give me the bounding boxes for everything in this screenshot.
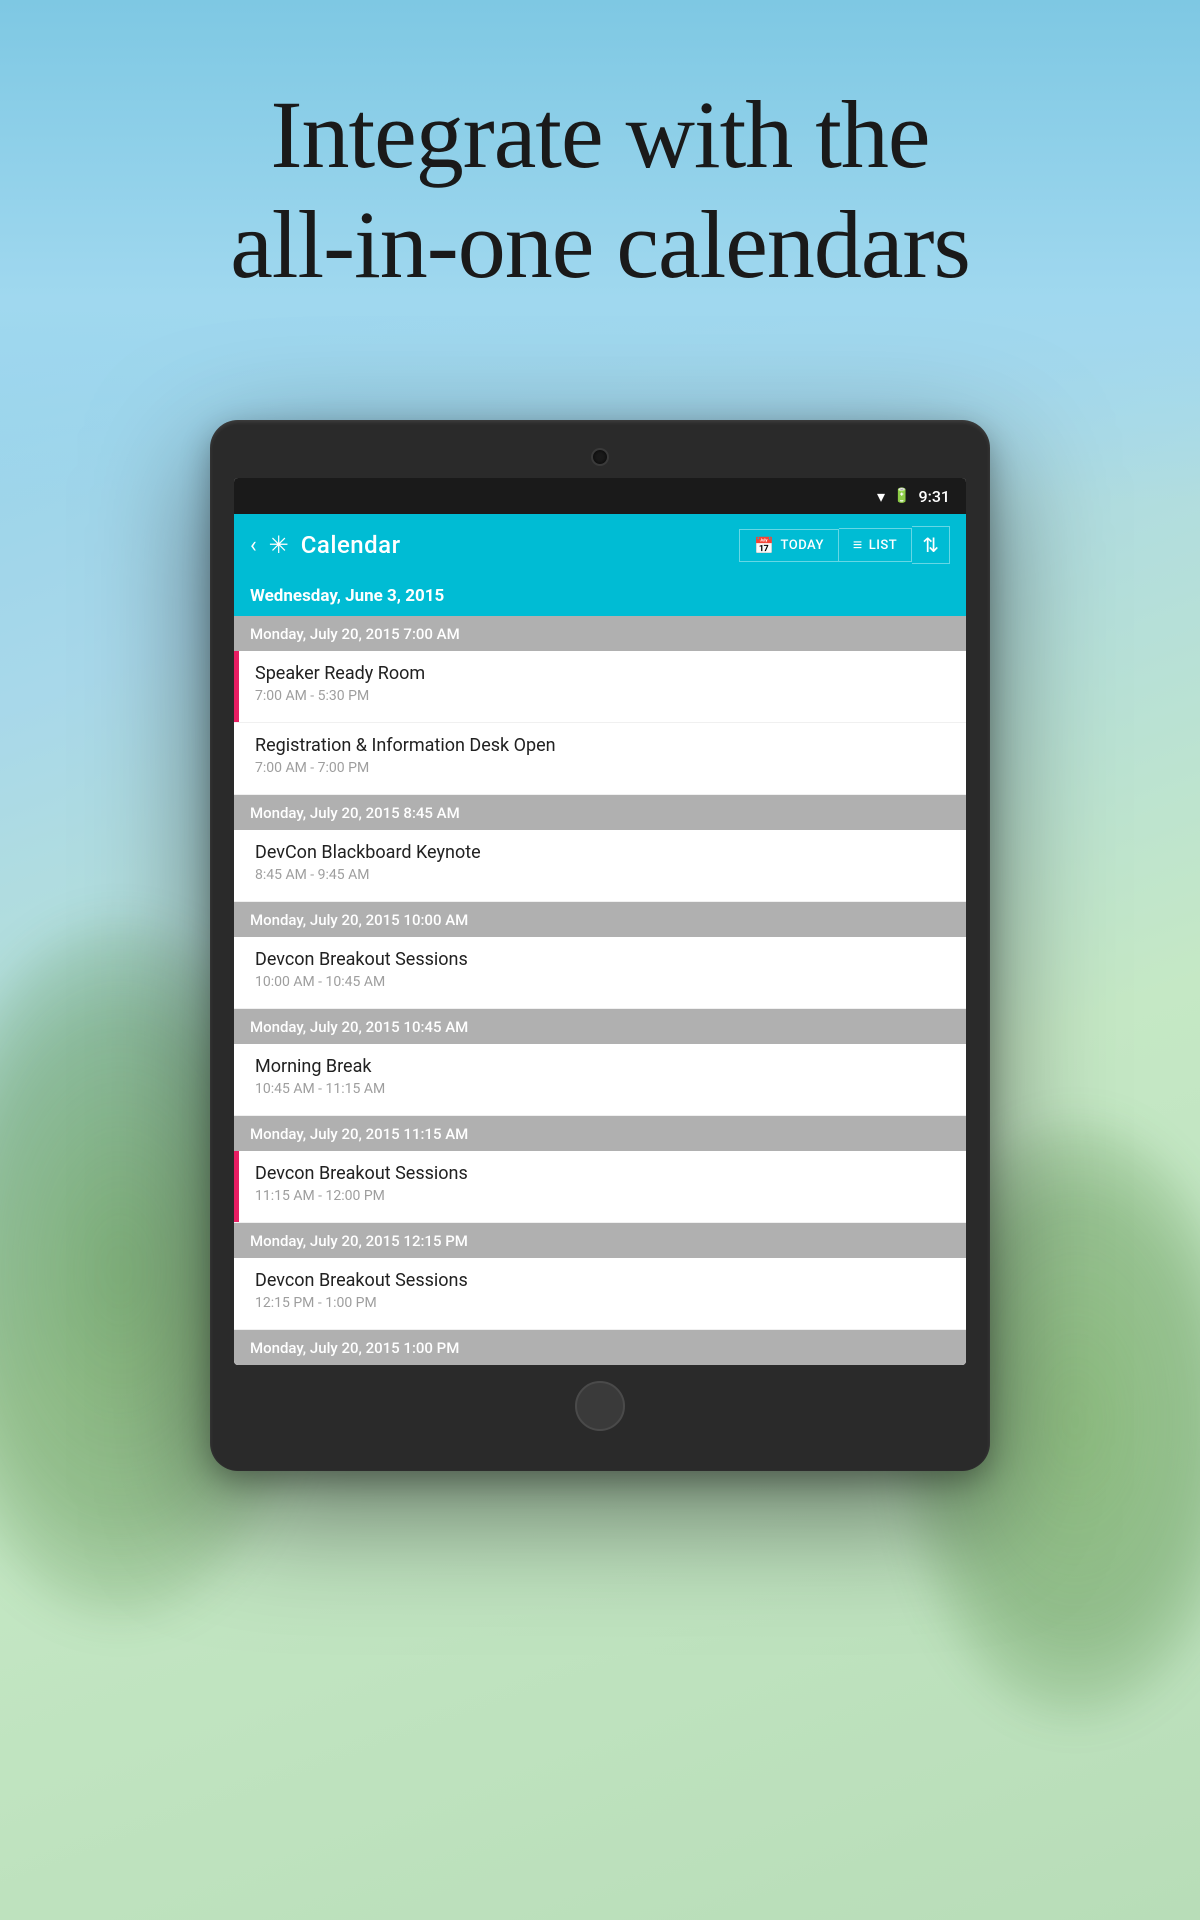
event-title: Speaker Ready Room — [255, 663, 950, 684]
current-date-text: Wednesday, June 3, 2015 — [250, 586, 444, 606]
date-group-text: Monday, July 20, 2015 11:15 AM — [250, 1125, 468, 1143]
list-item[interactable]: Registration & Information Desk Open 7:00… — [234, 723, 966, 795]
list-item[interactable]: Speaker Ready Room 7:00 AM - 5:30 PM — [234, 651, 966, 723]
battery-icon: 🔋 — [893, 488, 910, 504]
tablet-body: ▾ 🔋 9:31 ‹ ✳ Calendar 📅 TODAY ≡ — [210, 420, 990, 1471]
today-button[interactable]: 📅 TODAY — [739, 529, 839, 562]
date-group-text: Monday, July 20, 2015 12:15 PM — [250, 1232, 468, 1250]
date-group-header: Monday, July 20, 2015 11:15 AM — [234, 1116, 966, 1151]
list-item[interactable]: Devcon Breakout Sessions 11:15 AM - 12:00… — [234, 1151, 966, 1223]
wifi-icon: ▾ — [877, 487, 885, 506]
date-group-header: Monday, July 20, 2015 8:45 AM — [234, 795, 966, 830]
date-group-header: Monday, July 20, 2015 10:00 AM — [234, 902, 966, 937]
event-time: 8:45 AM - 9:45 AM — [255, 867, 950, 883]
date-group-header: Monday, July 20, 2015 10:45 AM — [234, 1009, 966, 1044]
event-time: 10:00 AM - 10:45 AM — [255, 974, 950, 990]
date-group-text: Monday, July 20, 2015 1:00 PM — [250, 1339, 459, 1357]
event-title: Morning Break — [255, 1056, 950, 1077]
event-content: Speaker Ready Room 7:00 AM - 5:30 PM — [239, 651, 966, 722]
calendar-list: Monday, July 20, 2015 7:00 AM Speaker Rea… — [234, 616, 966, 1365]
event-title: Devcon Breakout Sessions — [255, 949, 950, 970]
event-content: Devcon Breakout Sessions 12:15 PM - 1:00 … — [239, 1258, 966, 1329]
event-time: 11:15 AM - 12:00 PM — [255, 1188, 950, 1204]
tablet-device: ▾ 🔋 9:31 ‹ ✳ Calendar 📅 TODAY ≡ — [210, 420, 990, 1471]
date-group-header: Monday, July 20, 2015 7:00 AM — [234, 616, 966, 651]
back-button[interactable]: ‹ — [250, 533, 257, 558]
headline-text: Integrate with the all-in-one calendars — [60, 80, 1140, 301]
event-time: 10:45 AM - 11:15 AM — [255, 1081, 950, 1097]
event-time: 7:00 AM - 5:30 PM — [255, 688, 950, 704]
event-content: Registration & Information Desk Open 7:00… — [239, 723, 966, 794]
headline-line2: all-in-one calendars — [230, 191, 970, 298]
tablet-screen: ▾ 🔋 9:31 ‹ ✳ Calendar 📅 TODAY ≡ — [234, 478, 966, 1365]
status-bar: ▾ 🔋 9:31 — [234, 478, 966, 514]
list-item[interactable]: Devcon Breakout Sessions 10:00 AM - 10:45… — [234, 937, 966, 1009]
event-time: 7:00 AM - 7:00 PM — [255, 760, 950, 776]
app-bar: ‹ ✳ Calendar 📅 TODAY ≡ LIST ⇅ — [234, 514, 966, 576]
date-group-text: Monday, July 20, 2015 7:00 AM — [250, 625, 460, 643]
list-label: LIST — [869, 538, 898, 553]
home-button[interactable] — [575, 1381, 625, 1431]
date-group-header: Monday, July 20, 2015 1:00 PM — [234, 1330, 966, 1365]
event-title: Registration & Information Desk Open — [255, 735, 950, 756]
headline: Integrate with the all-in-one calendars — [0, 80, 1200, 301]
event-content: Devcon Breakout Sessions 11:15 AM - 12:00… — [239, 1151, 966, 1222]
today-icon: 📅 — [754, 536, 774, 555]
event-title: DevCon Blackboard Keynote — [255, 842, 950, 863]
date-group-header: Monday, July 20, 2015 12:15 PM — [234, 1223, 966, 1258]
event-content: DevCon Blackboard Keynote 8:45 AM - 9:45 … — [239, 830, 966, 901]
app-logo-icon: ✳ — [269, 531, 289, 559]
app-bar-left: ‹ ✳ Calendar — [250, 531, 401, 559]
status-time: 9:31 — [919, 487, 951, 506]
date-group-text: Monday, July 20, 2015 8:45 AM — [250, 804, 460, 822]
current-date-bar: Wednesday, June 3, 2015 — [234, 576, 966, 616]
filter-icon: ⇅ — [922, 533, 939, 557]
list-icon: ≡ — [853, 535, 863, 555]
event-title: Devcon Breakout Sessions — [255, 1270, 950, 1291]
tablet-camera — [591, 448, 609, 466]
date-group-text: Monday, July 20, 2015 10:45 AM — [250, 1018, 468, 1036]
list-item[interactable]: Devcon Breakout Sessions 12:15 PM - 1:00 … — [234, 1258, 966, 1330]
list-item[interactable]: Morning Break 10:45 AM - 11:15 AM — [234, 1044, 966, 1116]
headline-line1: Integrate with the — [270, 81, 929, 188]
app-bar-actions: 📅 TODAY ≡ LIST ⇅ — [739, 526, 950, 564]
event-content: Devcon Breakout Sessions 10:00 AM - 10:45… — [239, 937, 966, 1008]
today-label: TODAY — [781, 538, 824, 553]
event-content: Morning Break 10:45 AM - 11:15 AM — [239, 1044, 966, 1115]
list-button[interactable]: ≡ LIST — [839, 528, 912, 562]
event-time: 12:15 PM - 1:00 PM — [255, 1295, 950, 1311]
date-group-text: Monday, July 20, 2015 10:00 AM — [250, 911, 468, 929]
event-title: Devcon Breakout Sessions — [255, 1163, 950, 1184]
list-item[interactable]: DevCon Blackboard Keynote 8:45 AM - 9:45 … — [234, 830, 966, 902]
filter-button[interactable]: ⇅ — [912, 526, 950, 564]
app-title: Calendar — [301, 531, 401, 559]
